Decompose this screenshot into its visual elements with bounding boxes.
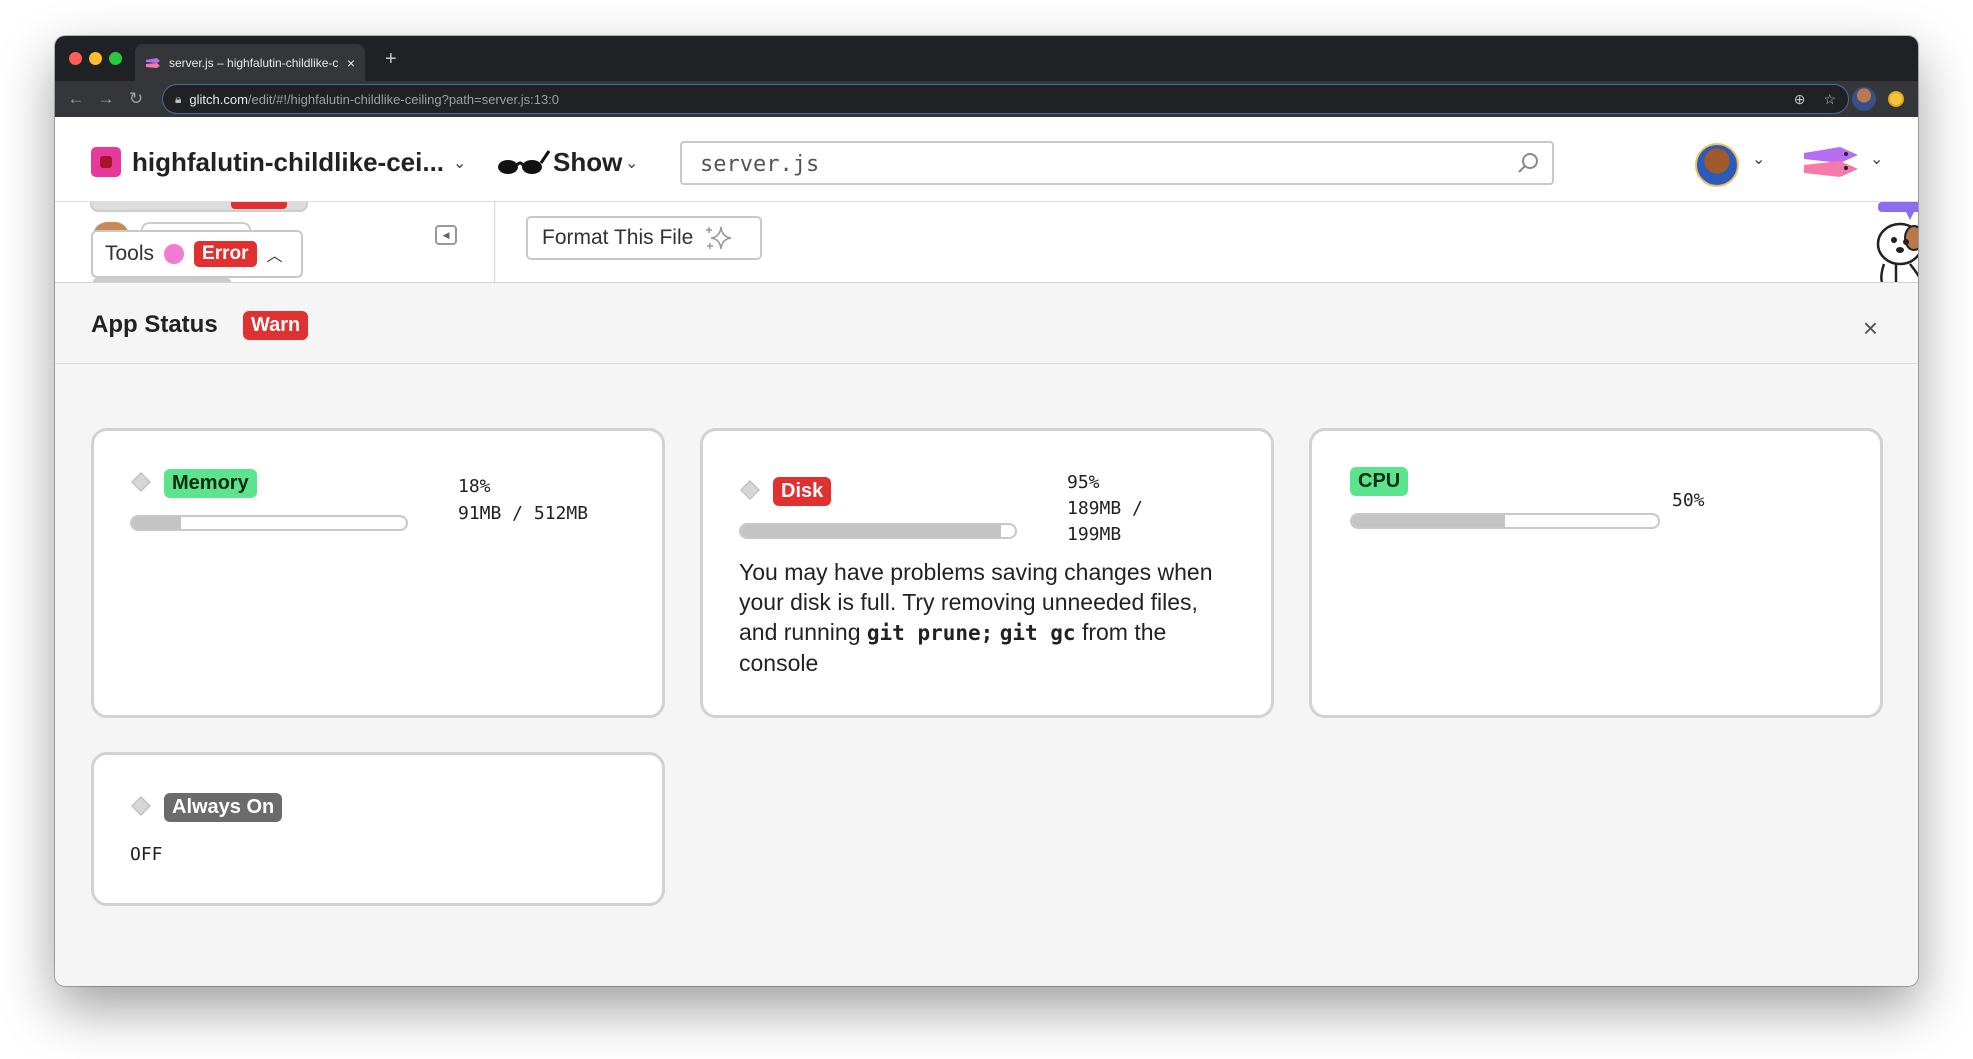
editor-toolbar: Format This File [496, 202, 1918, 282]
memory-badge: Memory [164, 469, 257, 498]
status-dot-icon [164, 244, 185, 264]
disk-usage-total: 199MB [1067, 524, 1122, 545]
project-chevron-down-icon[interactable]: ⌄ [453, 153, 466, 173]
cpu-progress-bar [1350, 513, 1660, 529]
tab-close-icon[interactable]: × [347, 55, 355, 71]
reload-icon[interactable]: ↻ [121, 89, 151, 109]
format-file-button[interactable]: Format This File [526, 216, 762, 260]
diamond-icon [740, 480, 760, 500]
cpu-card: CPU 50% [1309, 428, 1883, 718]
disk-card: Disk 95% 189MB / 199MB You may have prob… [700, 428, 1274, 718]
sparkle-icon [706, 226, 732, 250]
error-badge: Error [194, 241, 257, 267]
extension-icon[interactable] [1888, 91, 1904, 107]
bookmark-star-icon[interactable]: ☆ [1823, 91, 1836, 108]
cpu-badge: CPU [1350, 467, 1409, 496]
browser-tab[interactable]: server.js – highfalutin-childlike-c × [135, 44, 365, 81]
disk-progress-bar [739, 523, 1017, 539]
diamond-icon [131, 472, 151, 492]
disk-badge: Disk [773, 477, 832, 506]
show-chevron-down-icon[interactable]: ⌄ [625, 153, 638, 173]
tools-button[interactable]: Tools Error ︿ [91, 230, 303, 278]
logo-chevron-down-icon[interactable]: ⌄ [1870, 149, 1883, 169]
project-avatar-icon[interactable] [91, 147, 121, 177]
disk-progress-fill [741, 525, 1002, 537]
new-tab-button[interactable]: + [385, 48, 397, 71]
disk-warning-message: You may have problems saving changes whe… [739, 559, 1213, 676]
browser-window: server.js – highfalutin-childlike-c × + … [55, 36, 1918, 986]
tab-title: server.js – highfalutin-childlike-c [169, 55, 339, 70]
browser-toolbar: ← → ↻ 🔒︎ glitch.com/edit/#!/highfalutin-… [55, 81, 1918, 117]
memory-progress-fill [132, 517, 182, 529]
minimize-window-button[interactable] [89, 52, 102, 65]
cpu-percent: 50% [1672, 490, 1705, 511]
format-label: Format This File [542, 226, 694, 249]
file-search-input[interactable]: server.js [680, 141, 1554, 185]
memory-percent: 18% [458, 476, 491, 497]
maximize-window-button[interactable] [109, 52, 122, 65]
app-status-title: App Status [91, 311, 218, 338]
collapse-sidebar-icon[interactable]: ◀ [435, 225, 457, 245]
browser-titlebar: server.js – highfalutin-childlike-c × + [55, 36, 1918, 81]
search-icon[interactable] [1516, 151, 1540, 175]
disk-percent: 95% [1067, 472, 1100, 493]
memory-progress-bar [130, 515, 408, 531]
diamond-icon [131, 796, 151, 816]
app-status-header: App Status Warn × [55, 282, 1918, 364]
chevron-up-icon: ︿ [266, 248, 283, 265]
project-name-button[interactable]: highfalutin-childlike-cei... [132, 147, 444, 178]
sunglasses-icon[interactable] [495, 147, 551, 177]
address-bar[interactable]: 🔒︎ glitch.com/edit/#!/highfalutin-childl… [163, 85, 1848, 113]
app-header: highfalutin-childlike-cei... ⌄ Show ⌄ se… [55, 117, 1918, 202]
warn-badge: Warn [243, 311, 309, 340]
always-on-badge: Always On [164, 793, 283, 822]
dog-mascot-icon[interactable] [1866, 202, 1918, 282]
zoom-icon[interactable]: ⊕ [1794, 91, 1806, 108]
forward-icon[interactable]: → [91, 89, 121, 109]
always-on-value: OFF [130, 844, 163, 865]
glitch-logo-icon[interactable] [1800, 139, 1862, 185]
memory-usage: 91MB / 512MB [458, 503, 589, 524]
show-button[interactable]: Show [553, 147, 622, 178]
back-icon[interactable]: ← [61, 89, 91, 109]
always-on-card: Always On OFF [91, 752, 665, 906]
browser-profile-avatar[interactable] [1852, 87, 1876, 111]
user-avatar[interactable] [1695, 143, 1739, 187]
user-chevron-down-icon[interactable]: ⌄ [1752, 149, 1765, 169]
disk-usage-used: 189MB / [1067, 498, 1143, 519]
close-window-button[interactable] [69, 52, 82, 65]
tools-label: Tools [105, 242, 155, 265]
lock-icon: 🔒︎ [175, 91, 182, 106]
close-icon[interactable]: × [1863, 313, 1878, 344]
memory-card: Memory 18% 91MB / 512MB [91, 428, 665, 718]
glitch-fish-icon [146, 57, 160, 68]
sidebar-peek-badge [231, 202, 287, 209]
cpu-progress-fill [1352, 515, 1505, 527]
sidebar: Tools Error ︿ ◀ [55, 202, 495, 282]
url-text: glitch.com/edit/#!/highfalutin-childlike… [189, 91, 560, 107]
